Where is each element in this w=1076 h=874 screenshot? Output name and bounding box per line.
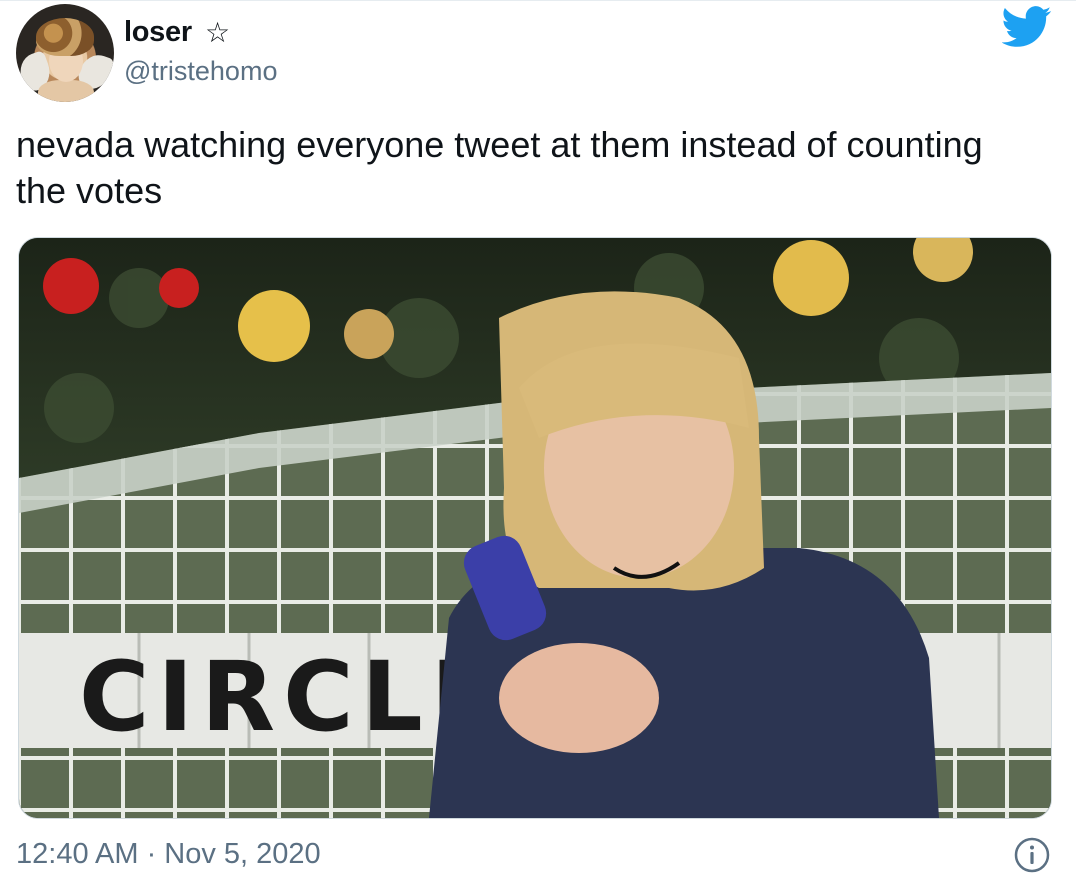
tweet-text: nevada watching everyone tweet at them i… [16, 122, 1066, 214]
info-icon[interactable] [1013, 836, 1051, 874]
user-handle[interactable]: @tristehomo [124, 56, 277, 87]
tweet-media-video[interactable]: CIRCLE [18, 237, 1052, 819]
tweet-timestamp[interactable]: 12:40 AM · Nov 5, 2020 [16, 838, 321, 871]
tweet-text-line-2: the votes [16, 170, 163, 211]
video-still: CIRCLE [19, 238, 1051, 818]
avatar[interactable] [16, 4, 114, 102]
display-name[interactable]: loser [124, 16, 192, 49]
tweet-text-line-1: nevada watching everyone tweet at them i… [16, 124, 983, 165]
twitter-bird-icon[interactable] [1002, 6, 1052, 48]
avatar-body [38, 80, 94, 102]
avatar-hair [36, 18, 94, 56]
star-icon: ☆ [205, 17, 231, 48]
top-divider [0, 0, 1076, 1]
